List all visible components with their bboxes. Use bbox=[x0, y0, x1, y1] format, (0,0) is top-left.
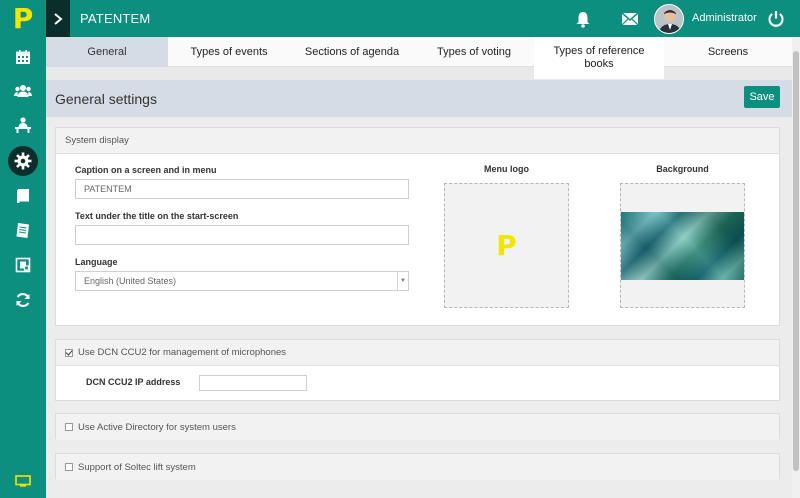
soltec-label[interactable]: Support of Soltec lift system bbox=[78, 462, 196, 473]
page-title: General settings bbox=[55, 91, 157, 107]
background-dropzone[interactable] bbox=[620, 183, 745, 308]
envelope-icon bbox=[621, 12, 639, 26]
main-sidebar bbox=[0, 37, 46, 498]
user-photo-icon bbox=[655, 5, 683, 33]
soltec-header: Support of Soltec lift system bbox=[56, 454, 779, 480]
tab-types-of-events[interactable]: Types of events bbox=[168, 37, 290, 67]
dcn-ip-input[interactable] bbox=[199, 375, 307, 391]
dcn-checkbox-label[interactable]: Use DCN CCU2 for management of microphon… bbox=[78, 347, 286, 358]
app-title: PATENTEM bbox=[80, 11, 151, 26]
gear-icon bbox=[14, 152, 32, 170]
app-logo[interactable]: P bbox=[0, 0, 46, 37]
sidebar-item-screens[interactable] bbox=[0, 249, 46, 281]
power-icon bbox=[768, 11, 784, 27]
top-bar: P PATENTEM Administrator bbox=[0, 0, 800, 37]
document-icon bbox=[16, 222, 29, 238]
caption-label: Caption on a screen and in menu bbox=[75, 165, 217, 175]
user-avatar[interactable] bbox=[654, 4, 684, 34]
logout-button[interactable] bbox=[766, 9, 786, 29]
refresh-icon bbox=[16, 292, 30, 308]
user-name[interactable]: Administrator bbox=[692, 12, 757, 24]
sidebar-item-calendar[interactable] bbox=[0, 41, 46, 73]
page-scrollbar[interactable] bbox=[792, 37, 800, 498]
save-button[interactable]: Save bbox=[744, 86, 780, 108]
dcn-panel: Use DCN CCU2 for management of microphon… bbox=[55, 339, 780, 401]
caption-input[interactable]: PATENTEM bbox=[75, 179, 409, 199]
bell-icon bbox=[576, 11, 590, 28]
active-directory-header: Use Active Directory for system users bbox=[56, 414, 779, 440]
language-select[interactable]: English (United States) ▼ bbox=[75, 271, 409, 291]
sidebar-item-speakers[interactable] bbox=[0, 109, 46, 141]
page-header: General settings Save bbox=[46, 80, 792, 117]
presenter-icon bbox=[15, 117, 31, 133]
start-screen-text-label: Text under the title on the start-screen bbox=[75, 211, 239, 221]
notifications-button[interactable] bbox=[573, 9, 593, 29]
users-icon bbox=[14, 85, 32, 97]
soltec-checkbox[interactable] bbox=[65, 463, 73, 471]
sidebar-item-sync[interactable] bbox=[0, 284, 46, 316]
logo-letter: P bbox=[12, 1, 34, 35]
start-screen-text-input[interactable] bbox=[75, 225, 409, 245]
tab-types-of-reference-books-line1: Types of reference bbox=[553, 45, 645, 57]
dcn-header: Use DCN CCU2 for management of microphon… bbox=[56, 340, 779, 366]
sidebar-item-display[interactable] bbox=[0, 465, 46, 497]
menu-logo-dropzone[interactable]: P bbox=[444, 183, 569, 308]
monitor-icon bbox=[15, 475, 31, 487]
language-selected-value: English (United States) bbox=[84, 276, 177, 286]
tab-types-of-voting[interactable]: Types of voting bbox=[414, 37, 534, 67]
sidebar-item-documents[interactable] bbox=[0, 214, 46, 246]
tab-types-of-reference-books[interactable]: Types of reference books bbox=[534, 37, 664, 79]
menu-logo-label: Menu logo bbox=[484, 164, 529, 174]
background-label: Background bbox=[656, 164, 709, 174]
tab-types-of-reference-books-line2: books bbox=[584, 58, 614, 70]
tab-general[interactable]: General bbox=[46, 37, 168, 67]
sidebar-item-users[interactable] bbox=[0, 75, 46, 107]
system-display-panel: System display Caption on a screen and i… bbox=[55, 127, 780, 326]
soltec-panel: Support of Soltec lift system bbox=[55, 453, 780, 480]
scrollbar-thumb[interactable] bbox=[793, 51, 799, 471]
tab-sections-of-agenda[interactable]: Sections of agenda bbox=[290, 37, 414, 67]
calendar-icon bbox=[16, 50, 30, 64]
system-display-title: System display bbox=[65, 135, 129, 146]
dcn-ip-label: DCN CCU2 IP address bbox=[86, 377, 181, 387]
settings-tabs: General Types of events Sections of agen… bbox=[46, 37, 792, 79]
tab-screens[interactable]: Screens bbox=[664, 37, 792, 67]
expand-sidebar-button[interactable] bbox=[46, 0, 70, 37]
settings-active-circle bbox=[8, 146, 38, 176]
chevron-down-icon: ▼ bbox=[397, 272, 408, 290]
messages-button[interactable] bbox=[620, 9, 640, 29]
menu-logo-preview: P bbox=[496, 229, 517, 262]
language-label: Language bbox=[75, 257, 118, 267]
active-directory-checkbox[interactable] bbox=[65, 423, 73, 431]
screen-book-icon bbox=[15, 257, 31, 273]
system-display-header: System display bbox=[56, 128, 779, 154]
active-directory-panel: Use Active Directory for system users bbox=[55, 413, 780, 440]
book-icon bbox=[17, 189, 29, 203]
chevron-right-icon bbox=[54, 12, 63, 25]
active-directory-label[interactable]: Use Active Directory for system users bbox=[78, 422, 236, 433]
background-preview-image bbox=[621, 211, 744, 280]
sidebar-item-reference-books[interactable] bbox=[0, 180, 46, 212]
dcn-checkbox[interactable] bbox=[65, 348, 73, 357]
sidebar-item-settings[interactable] bbox=[0, 145, 46, 177]
